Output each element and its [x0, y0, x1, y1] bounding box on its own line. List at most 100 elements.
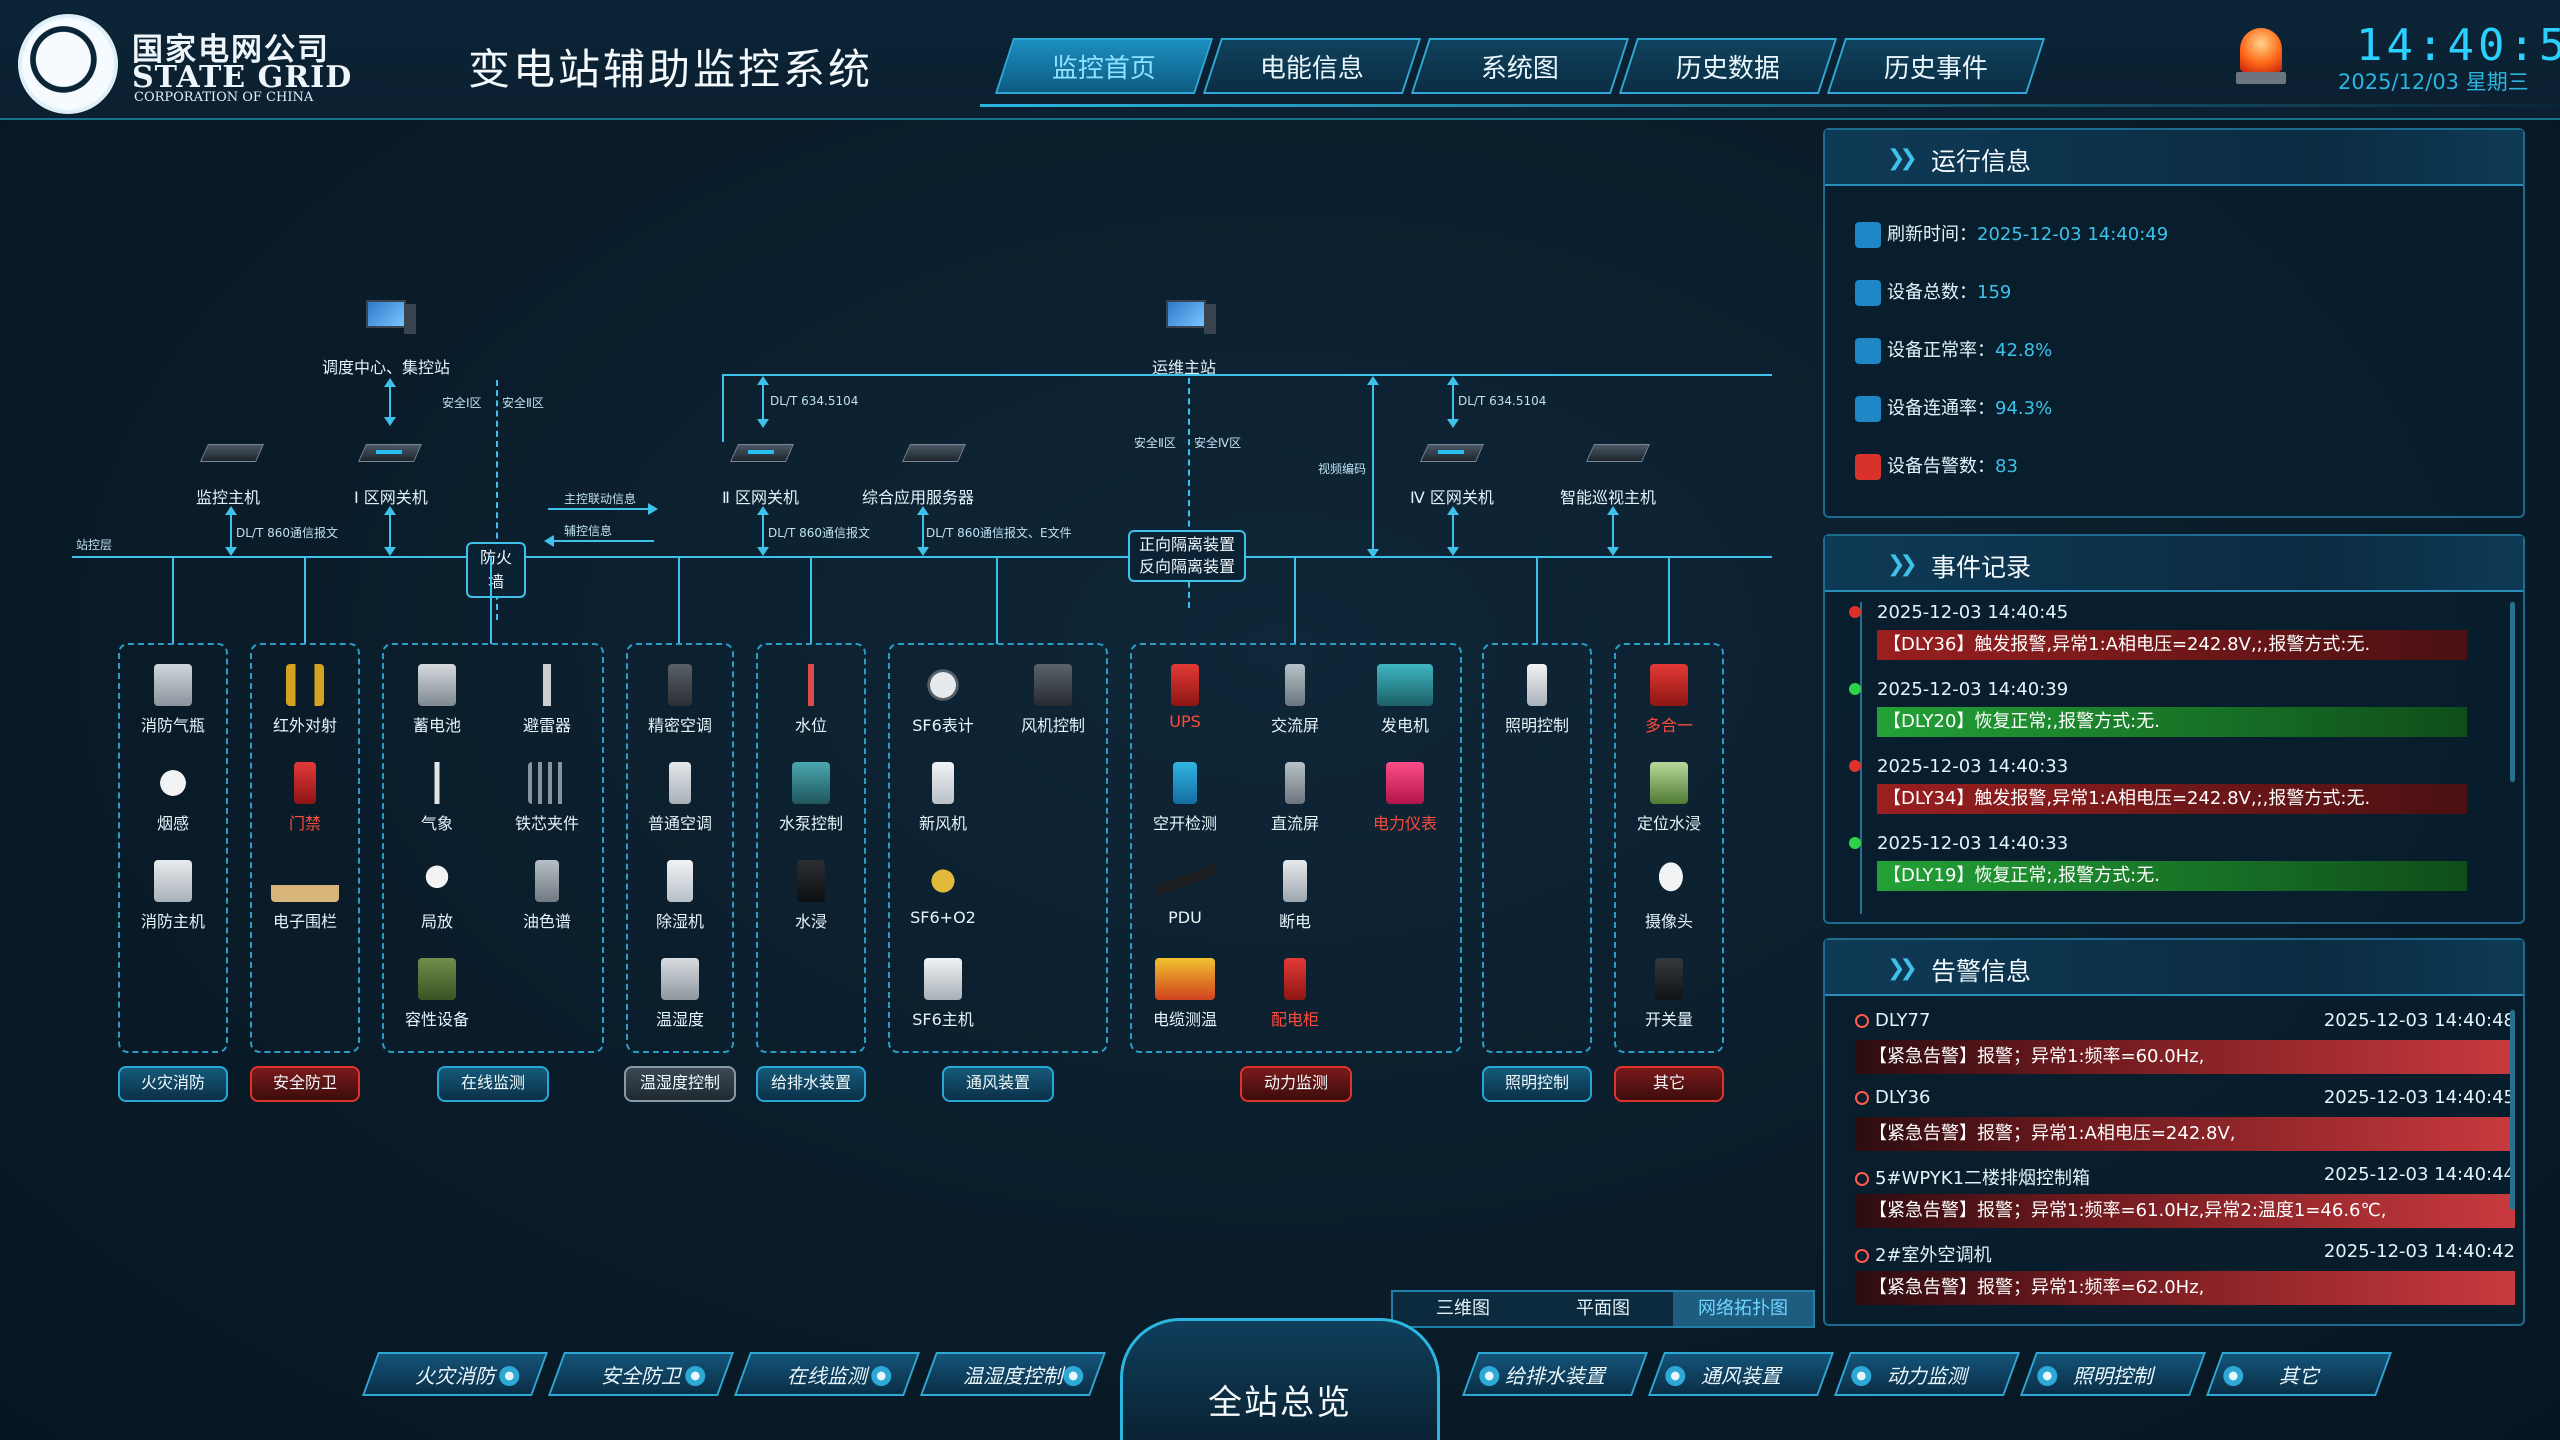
zone-label: 安全Ⅱ区	[502, 396, 544, 410]
group-button-water[interactable]: 给排水装置	[756, 1066, 866, 1102]
device-item[interactable]: 定位水浸	[1624, 762, 1714, 834]
device-item[interactable]: 摄像头	[1624, 860, 1714, 932]
bottom-nav-temperature[interactable]: 温湿度控制	[919, 1352, 1107, 1396]
device-item[interactable]: 空开检测	[1140, 762, 1230, 834]
device-item[interactable]: 水泵控制	[766, 762, 856, 834]
reverse-isolation-label: 反向隔离装置	[1138, 557, 1235, 576]
device-item[interactable]: 风机控制	[1008, 664, 1098, 736]
server-icon	[900, 430, 967, 470]
device-label: 电力仪表	[1372, 814, 1437, 833]
device-item[interactable]: 电子围栏	[260, 860, 350, 932]
station-layer-label: 站控层	[76, 538, 113, 552]
scrollbar[interactable]	[2510, 1010, 2515, 1210]
alarm-item[interactable]: DLY36 2025-12-03 14:40:45 【紧急告警】报警；异常1:A相电…	[1855, 1087, 2515, 1157]
device-item[interactable]: PDU	[1140, 860, 1230, 927]
bottom-nav-water[interactable]: 给排水装置	[1461, 1352, 1649, 1396]
event-item[interactable]: 2025-12-03 14:40:45 【DLY36】触发报警,异常1:A相电压=…	[1849, 602, 2489, 672]
device-item[interactable]: 多合一	[1624, 664, 1714, 736]
device-item[interactable]: SF6主机	[898, 958, 988, 1030]
nav-tab-energy[interactable]: 电能信息	[1202, 38, 1422, 94]
device-label: 多合一	[1644, 716, 1693, 735]
device-label: 水浸	[794, 912, 827, 931]
device-item[interactable]: 精密空调	[635, 664, 725, 736]
device-item[interactable]: 温湿度	[635, 958, 725, 1030]
device-item[interactable]: 避雷器	[502, 664, 592, 736]
scrollbar[interactable]	[2510, 602, 2515, 782]
device-item[interactable]: 断电	[1250, 860, 1340, 932]
view-tab-3d[interactable]: 三维图	[1393, 1292, 1533, 1326]
alarm-item[interactable]: 2#室外空调机 2025-12-03 14:40:42 【紧急告警】报警；异常1:频…	[1855, 1241, 2515, 1311]
group-button-online-monitoring[interactable]: 在线监测	[437, 1066, 549, 1102]
device-item[interactable]: 蓄电池	[392, 664, 482, 736]
device-item[interactable]: SF6+O2	[898, 860, 988, 927]
group-button-ventilation[interactable]: 通风装置	[942, 1066, 1054, 1102]
link-arrow	[1447, 376, 1459, 428]
device-item[interactable]: 局放	[392, 860, 482, 932]
alarm-light-icon[interactable]	[2236, 28, 2286, 86]
bottom-nav-ventilation[interactable]: 通风装置	[1647, 1352, 1835, 1396]
device-item[interactable]: 水位	[766, 664, 856, 736]
isolation-device-tag: 正向隔离装置 反向隔离装置	[1128, 530, 1246, 582]
device-item[interactable]: 铁芯夹件	[502, 762, 592, 834]
device-item[interactable]: 门禁	[260, 762, 350, 834]
device-item[interactable]: 新风机	[898, 762, 988, 834]
alarm-dot	[1849, 760, 1861, 772]
device-item[interactable]: 直流屏	[1250, 762, 1340, 834]
link-label: 主控联动信息	[564, 492, 637, 506]
fire-host-icon	[154, 860, 192, 902]
overview-button[interactable]: 全站总览	[1120, 1318, 1440, 1440]
device-item[interactable]: 气象	[392, 762, 482, 834]
device-item[interactable]: 红外对射	[260, 664, 350, 736]
normal-dot	[1849, 683, 1861, 695]
event-item[interactable]: 2025-12-03 14:40:33 【DLY34】触发报警,异常1:A相电压=…	[1849, 756, 2489, 826]
device-item[interactable]: 容性设备	[392, 958, 482, 1030]
device-item[interactable]: 油色谱	[502, 860, 592, 932]
nav-tab-history-events[interactable]: 历史事件	[1826, 38, 2046, 94]
device-item[interactable]: 发电机	[1360, 664, 1450, 736]
view-tab-plan[interactable]: 平面图	[1533, 1292, 1673, 1326]
bottom-nav-lighting[interactable]: 照明控制	[2019, 1352, 2207, 1396]
zone-label: 安全Ⅱ区	[1134, 436, 1176, 450]
device-item[interactable]: 除湿机	[635, 860, 725, 932]
device-item[interactable]: 交流屏	[1250, 664, 1340, 736]
device-item[interactable]: 开关量	[1624, 958, 1714, 1030]
link-arrow	[225, 506, 237, 556]
nav-tab-system-diagram[interactable]: 系统图	[1410, 38, 1630, 94]
group-button-power[interactable]: 动力监测	[1240, 1066, 1352, 1102]
device-item[interactable]: SF6表计	[898, 664, 988, 736]
device-item[interactable]: 电缆测温	[1140, 958, 1230, 1030]
bottom-nav-security[interactable]: 安全防卫	[547, 1352, 735, 1396]
device-item[interactable]: 消防主机	[128, 860, 218, 932]
group-button-fire[interactable]: 火灾消防	[118, 1066, 228, 1102]
device-item[interactable]: 烟感	[128, 762, 218, 834]
device-item[interactable]: UPS	[1140, 664, 1230, 731]
nav-tab-home[interactable]: 监控首页	[994, 38, 1214, 94]
nav-tab-history-data[interactable]: 历史数据	[1618, 38, 1838, 94]
bottom-nav-online-monitoring[interactable]: 在线监测	[733, 1352, 921, 1396]
device-item[interactable]: 水浸	[766, 860, 856, 932]
device-item[interactable]: 配电柜	[1250, 958, 1340, 1030]
monitor-icon	[1158, 298, 1218, 338]
group-button-security[interactable]: 安全防卫	[250, 1066, 360, 1102]
alarm-item[interactable]: 5#WPYK1二楼排烟控制箱 2025-12-03 14:40:44 【紧急告警】报…	[1855, 1164, 2515, 1234]
device-item[interactable]: 普通空调	[635, 762, 725, 834]
device-label: 避雷器	[522, 716, 571, 735]
device-item[interactable]: 电力仪表	[1360, 762, 1450, 834]
cable-temp-icon	[1155, 958, 1215, 1000]
bottom-nav-fire[interactable]: 火灾消防	[361, 1352, 549, 1396]
device-label: 消防气瓶	[140, 716, 205, 735]
view-tab-topology[interactable]: 网络拓扑图	[1673, 1292, 1813, 1326]
group-button-other[interactable]: 其它	[1614, 1066, 1724, 1102]
event-item[interactable]: 2025-12-03 14:40:33 【DLY19】恢复正常;,报警方式:无.	[1849, 833, 2489, 903]
event-item[interactable]: 2025-12-03 14:40:39 【DLY20】恢复正常;,报警方式:无.	[1849, 679, 2489, 749]
bottom-nav-power[interactable]: 动力监测	[1833, 1352, 2021, 1396]
device-item[interactable]: 消防气瓶	[128, 664, 218, 736]
device-item[interactable]: 照明控制	[1492, 664, 1582, 736]
capacitive-device-icon	[418, 958, 456, 1000]
bottom-nav-other[interactable]: 其它	[2205, 1352, 2393, 1396]
alarm-item[interactable]: DLY77 2025-12-03 14:40:48 【紧急告警】报警；异常1:频率=…	[1855, 1010, 2515, 1080]
bus-drop	[490, 556, 492, 644]
group-button-lighting[interactable]: 照明控制	[1482, 1066, 1592, 1102]
group-button-temperature[interactable]: 温湿度控制	[624, 1066, 736, 1102]
power-meter-icon	[1386, 762, 1424, 804]
